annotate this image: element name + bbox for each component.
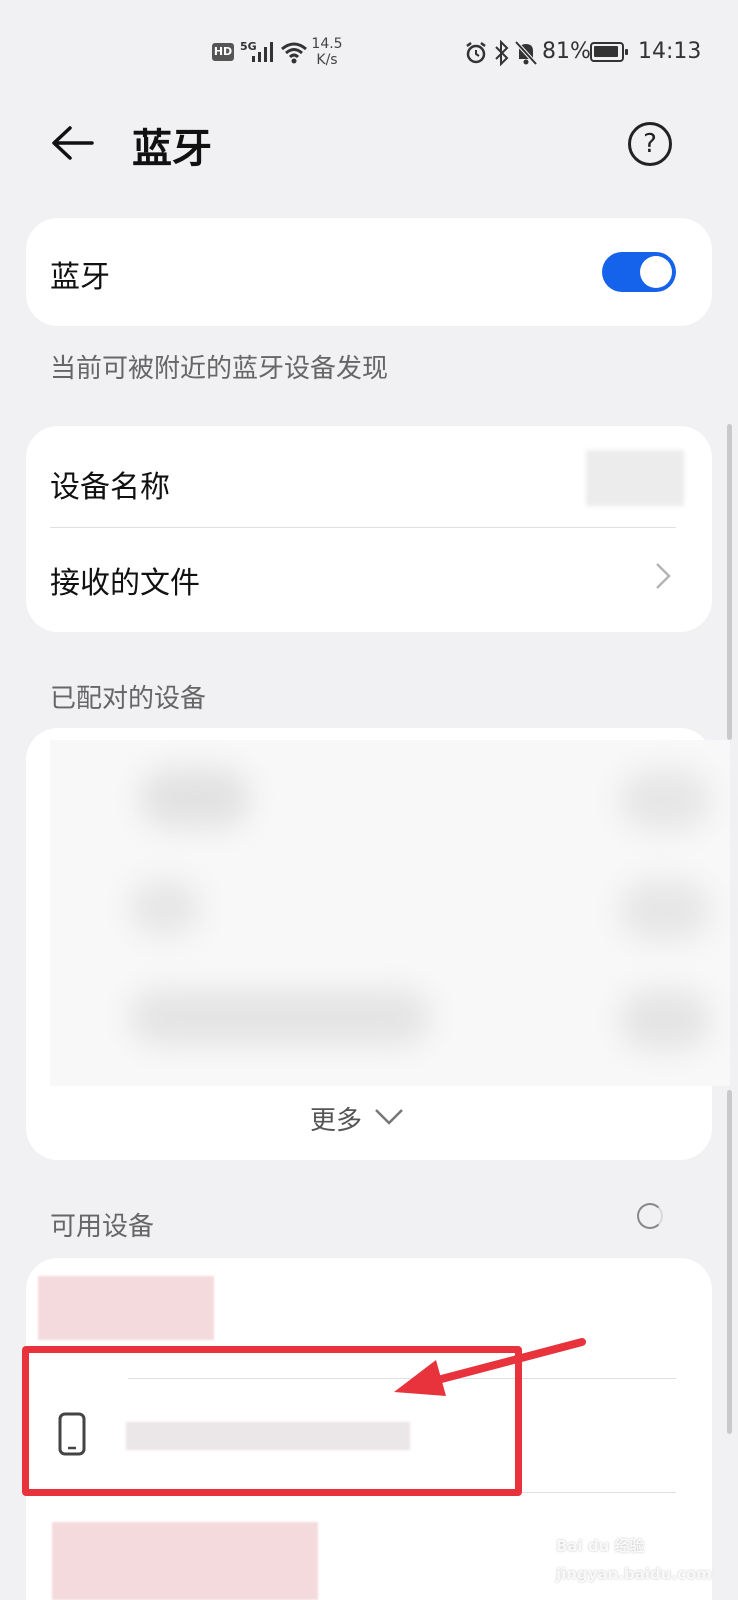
chevron-right-icon xyxy=(656,563,671,589)
settings-divider xyxy=(50,527,676,528)
mute-bell-icon xyxy=(514,40,538,66)
received-files-label[interactable]: 接收的文件 xyxy=(50,558,200,602)
battery-icon xyxy=(590,42,628,62)
hd-icon: HD xyxy=(212,43,234,61)
status-bar: HD 5G 14.5 K/s 81% 14:13 xyxy=(0,0,738,100)
network-speed-unit: K/s xyxy=(316,52,338,68)
wifi-icon xyxy=(281,42,307,64)
more-label: 更多 xyxy=(310,1106,363,1136)
scrollbar-upper[interactable] xyxy=(727,424,732,740)
device-name-label[interactable]: 设备名称 xyxy=(50,462,170,506)
clock: 14:13 xyxy=(638,39,702,64)
help-icon[interactable]: ? xyxy=(628,122,672,166)
device-name-value[interactable] xyxy=(586,450,684,506)
visibility-note: 当前可被附近的蓝牙设备发现 xyxy=(50,354,389,384)
signal-icon xyxy=(252,42,273,62)
paired-devices-blurred-list xyxy=(50,740,730,1086)
more-button[interactable]: 更多 xyxy=(310,1100,362,1137)
network-speed-value: 14.5 xyxy=(311,36,343,52)
next-device-blurred[interactable] xyxy=(52,1522,318,1600)
bluetooth-toggle-label: 蓝牙 xyxy=(50,260,110,295)
bluetooth-switch[interactable] xyxy=(602,252,676,292)
annotation-arrow-icon xyxy=(394,1338,586,1396)
chevron-down-icon[interactable] xyxy=(374,1108,404,1126)
available-devices-label: 可用设备 xyxy=(50,1212,155,1242)
watermark-text: Bai du 经验 jingyan.baidu.com xyxy=(556,1537,712,1583)
watermark-logo: Bai du 经验 jingyan.baidu.com xyxy=(556,1532,712,1588)
network-speed: 14.5 K/s xyxy=(310,36,344,68)
available-device-name-blurred[interactable] xyxy=(38,1276,214,1340)
scrollbar-lower[interactable] xyxy=(727,1090,732,1434)
scanning-spinner-icon xyxy=(637,1203,663,1229)
battery-percent: 81% xyxy=(542,39,591,64)
switch-knob xyxy=(640,256,672,288)
bluetooth-status-icon xyxy=(495,40,509,66)
paired-devices-label: 已配对的设备 xyxy=(50,684,207,714)
back-arrow-icon[interactable] xyxy=(50,123,94,163)
alarm-icon xyxy=(466,42,486,64)
page-title: 蓝牙 xyxy=(132,126,212,172)
